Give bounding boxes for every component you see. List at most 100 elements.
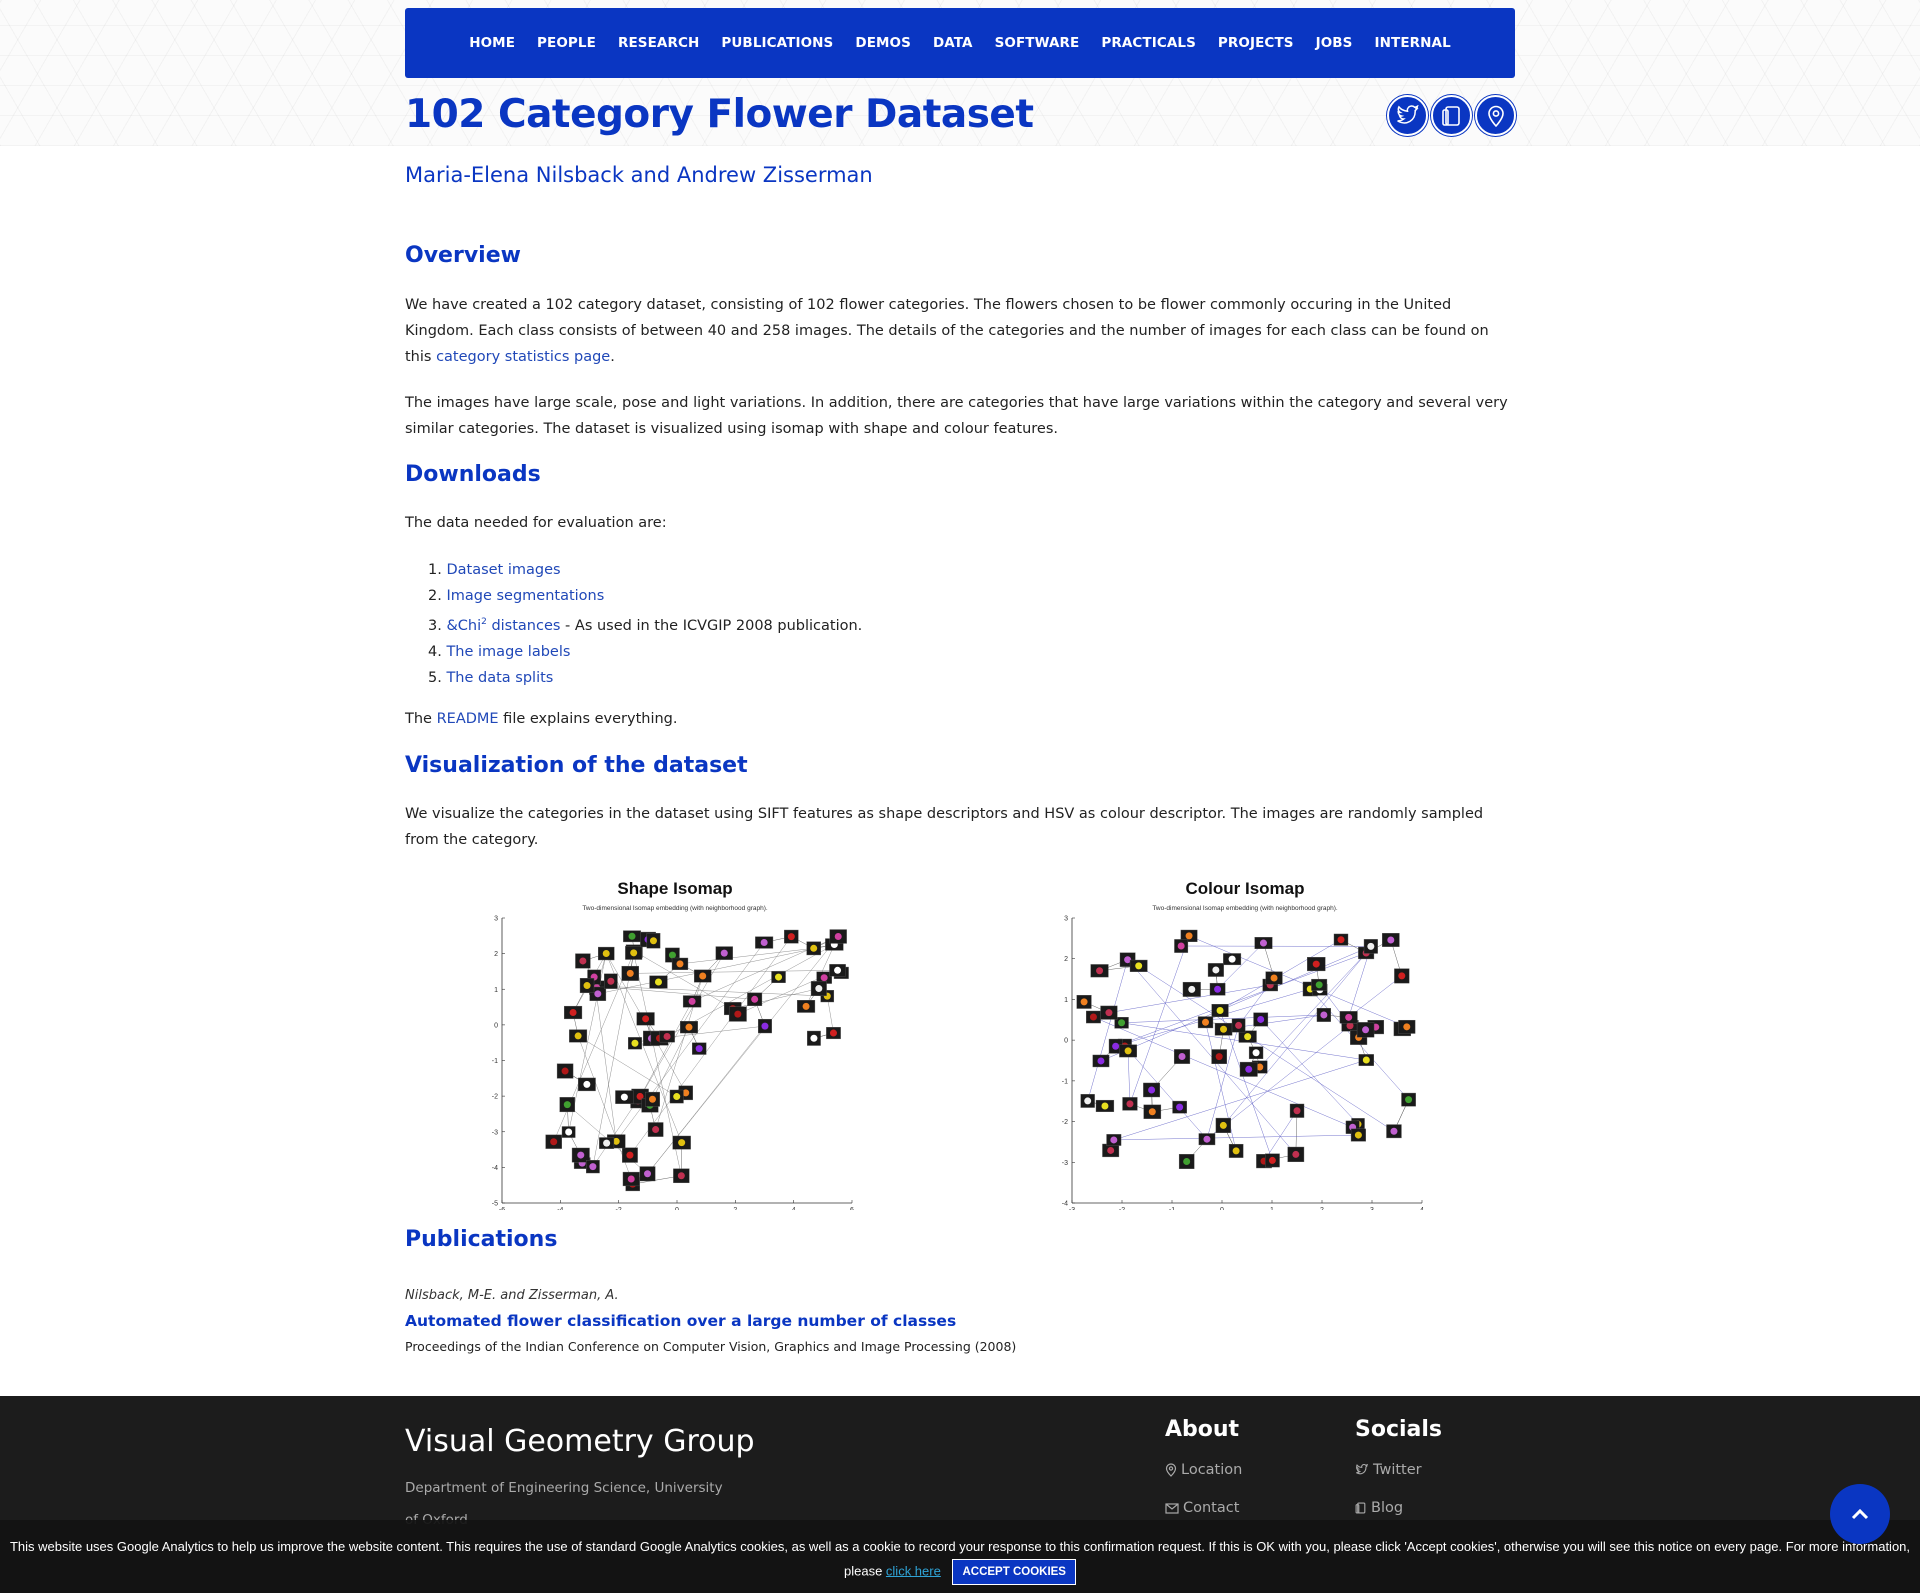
flower-mark	[607, 977, 615, 985]
category-statistics-link[interactable]: category statistics page	[436, 349, 610, 365]
footer-blog-label: Blog	[1371, 1500, 1404, 1516]
readme-post: file explains everything.	[498, 711, 678, 727]
nav-people[interactable]: PEOPLE	[526, 35, 607, 51]
y-tick-label: -5	[492, 1201, 498, 1208]
flower-mark	[1110, 1136, 1118, 1144]
flower-mark	[1107, 1146, 1115, 1154]
shape-isomap-graph	[545, 929, 849, 1192]
twitter-icon[interactable]	[1387, 95, 1428, 136]
flower-mark	[1259, 939, 1267, 947]
readme-pre: The	[405, 711, 437, 727]
cookie-more-info-link[interactable]: click here	[886, 1563, 941, 1578]
flower-mark	[627, 1175, 635, 1183]
flower-mark	[815, 985, 823, 993]
y-tick-label: -2	[492, 1094, 498, 1101]
x-tick-label: -2	[616, 1207, 622, 1210]
y-tick-label: 1	[494, 987, 498, 994]
flower-mark	[676, 960, 684, 968]
location-icon[interactable]	[1475, 95, 1516, 136]
downloads-heading: Downloads	[405, 462, 541, 487]
y-tick-label: 3	[494, 916, 498, 923]
colour-isomap-plot: -3-2-1012343210-1-2-3-4	[1062, 916, 1424, 1211]
y-tick-label: -4	[492, 1165, 498, 1172]
flower-mark	[1185, 932, 1193, 940]
scroll-to-top-button[interactable]	[1830, 1484, 1890, 1544]
list-item: &Chi2 distances - As used in the ICVGIP …	[428, 609, 862, 639]
blog-icon[interactable]	[1431, 95, 1472, 136]
nav-software[interactable]: SOFTWARE	[984, 35, 1091, 51]
flower-mark	[1292, 1150, 1300, 1158]
flower-mark	[720, 949, 728, 957]
flower-mark	[1405, 1096, 1413, 1104]
footer-blog-link[interactable]: Blog	[1355, 1500, 1403, 1516]
y-tick-label: 0	[494, 1022, 498, 1029]
chi2-distances-link[interactable]: &Chi2 distances	[446, 617, 560, 634]
accept-cookies-button[interactable]: ACCEPT COOKIES	[952, 1559, 1076, 1585]
flower-mark	[663, 1032, 671, 1040]
nav-research[interactable]: RESEARCH	[607, 35, 710, 51]
flower-mark	[820, 974, 828, 982]
flower-mark	[579, 957, 587, 965]
x-tick-label: 2	[1320, 1207, 1324, 1210]
flower-mark	[1315, 981, 1323, 989]
flower-mark	[810, 1034, 818, 1042]
dataset-images-link[interactable]: Dataset images	[446, 562, 560, 578]
flower-mark	[787, 933, 795, 941]
publication-venue: Proceedings of the Indian Conference on …	[405, 1339, 1017, 1354]
x-tick-label: 3	[1370, 1207, 1374, 1210]
flower-mark	[550, 1138, 558, 1146]
blog-icon	[1355, 1502, 1366, 1514]
nav-demos[interactable]: DEMOS	[844, 35, 922, 51]
cookie-banner: This website uses Google Analytics to he…	[0, 1520, 1920, 1593]
footer-contact-link[interactable]: Contact	[1165, 1500, 1239, 1516]
location-icon	[1165, 1463, 1177, 1477]
flower-mark	[561, 1067, 569, 1075]
publication-title-link[interactable]: Automated flower classification over a l…	[405, 1312, 956, 1330]
data-splits-link[interactable]: The data splits	[446, 670, 553, 686]
footer-location-link[interactable]: Location	[1165, 1462, 1242, 1478]
x-tick-label: 1	[1270, 1207, 1274, 1210]
flower-mark	[626, 1151, 634, 1159]
flower-mark	[677, 1172, 685, 1180]
flower-mark	[1252, 1049, 1260, 1057]
flower-mark	[1089, 1013, 1097, 1021]
flower-mark	[1367, 942, 1375, 950]
y-tick-label: -1	[1062, 1078, 1068, 1085]
overview-paragraph-2: The images have large scale, pose and li…	[405, 395, 1508, 437]
flower-mark	[603, 1139, 611, 1147]
flower-mark	[1235, 1021, 1243, 1029]
nav-publications[interactable]: PUBLICATIONS	[710, 35, 844, 51]
overview-paragraph-1: We have created a 102 category dataset, …	[405, 292, 1515, 370]
flower-mark	[1148, 1108, 1156, 1116]
flower-mark	[1312, 960, 1320, 968]
flower-mark	[631, 1039, 639, 1047]
nav-home[interactable]: HOME	[458, 35, 526, 51]
flower-mark	[688, 997, 696, 1005]
nav-projects[interactable]: PROJECTS	[1207, 35, 1305, 51]
visualization-text: We visualize the categories in the datas…	[405, 806, 1484, 848]
image-segmentations-link[interactable]: Image segmentations	[446, 588, 604, 604]
flower-mark	[649, 937, 657, 945]
colour-isomap-graph	[1076, 929, 1416, 1169]
flower-mark	[1135, 962, 1143, 970]
x-tick-label: -2	[1119, 1207, 1125, 1210]
flower-mark	[751, 995, 759, 1003]
nav-data[interactable]: DATA	[922, 35, 984, 51]
nav-jobs[interactable]: JOBS	[1305, 35, 1364, 51]
list-item: The image labels	[428, 639, 862, 665]
nav-practicals[interactable]: PRACTICALS	[1090, 35, 1207, 51]
readme-link[interactable]: README	[437, 711, 499, 727]
image-labels-link[interactable]: The image labels	[446, 644, 570, 660]
flower-mark	[1188, 985, 1196, 993]
publication-authors: Nilsback, M-E. and Zisserman, A.	[405, 1288, 619, 1303]
footer-twitter-link[interactable]: Twitter	[1355, 1462, 1422, 1478]
nav-internal[interactable]: INTERNAL	[1364, 35, 1462, 51]
flower-mark	[810, 944, 818, 952]
flower-mark	[620, 1093, 628, 1101]
flower-mark	[1178, 1053, 1186, 1061]
flower-mark	[1148, 1086, 1156, 1094]
header-social-icons	[1387, 95, 1516, 136]
flower-mark	[563, 1101, 571, 1109]
flower-mark	[1268, 1156, 1276, 1164]
flower-mark	[1216, 1007, 1224, 1015]
